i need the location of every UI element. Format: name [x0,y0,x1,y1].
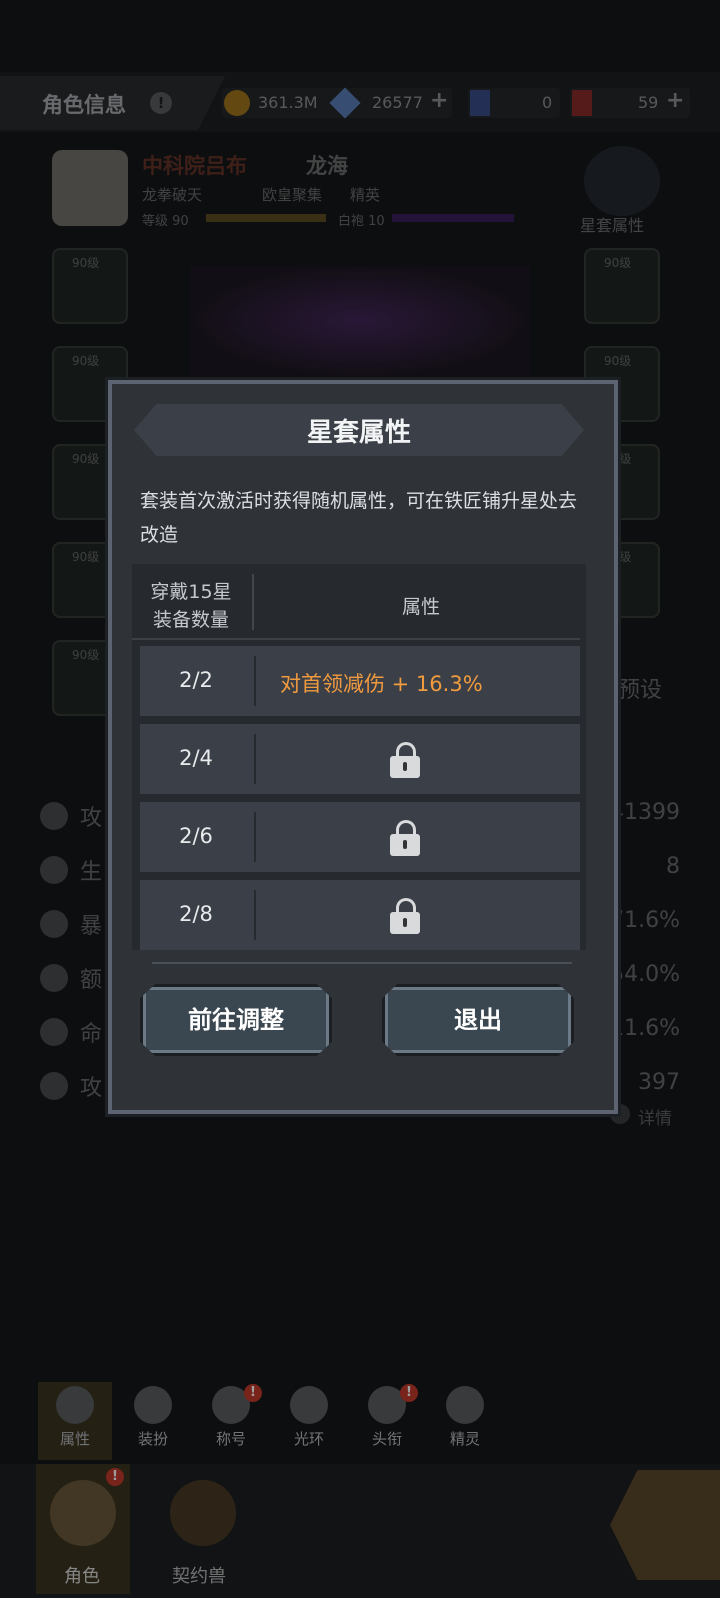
row-count: 2/4 [179,746,213,770]
go-adjust-button[interactable]: 前往调整 [140,984,332,1056]
table-row: 2/8 [140,880,580,950]
lock-icon [390,898,420,934]
column-header-count: 穿戴15星 装备数量 [150,581,232,631]
column-header-attribute: 属性 [401,596,440,618]
star-set-table: 穿戴15星 装备数量 属性 2/2 对首领减伤 + 16.3% 2/4 2/6 … [132,564,586,950]
table-row: 2/2 对首领减伤 + 16.3% [140,646,580,716]
exit-button[interactable]: 退出 [382,984,574,1056]
row-count: 2/6 [179,824,213,848]
table-row: 2/4 [140,724,580,794]
row-count: 2/2 [179,668,213,692]
lock-icon [390,742,420,778]
row-attribute: 对首领减伤 + 16.3% [280,672,483,696]
dialog-description: 套装首次激活时获得随机属性，可在铁匠铺升星处去改造 [140,490,578,546]
row-count: 2/8 [179,902,213,926]
star-set-dialog: 星套属性 套装首次激活时获得随机属性，可在铁匠铺升星处去改造 穿戴15星 装备数… [108,380,618,1114]
dialog-title: 星套属性 [306,418,411,448]
table-row: 2/6 [140,802,580,872]
lock-icon [390,820,420,856]
